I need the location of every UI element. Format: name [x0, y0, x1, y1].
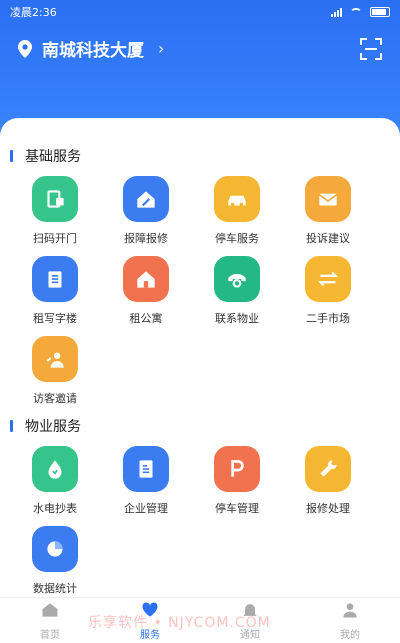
- service-item[interactable]: 停车管理: [192, 446, 282, 516]
- location-selector[interactable]: 南城科技大厦 ›: [18, 36, 164, 61]
- service-item-label: 访客邀请: [33, 392, 77, 405]
- service-item-label: 投诉建议: [306, 232, 350, 245]
- service-item[interactable]: 扫码开门: [10, 176, 100, 246]
- tab-3[interactable]: 我的: [300, 598, 400, 643]
- tab-label: 首页: [40, 630, 60, 641]
- service-item[interactable]: 水电抄表: [10, 446, 100, 516]
- status-bar: 凌晨2:36: [0, 0, 400, 24]
- service-item[interactable]: 租写字楼: [10, 256, 100, 326]
- status-time: 凌晨2:36: [10, 6, 57, 19]
- service-item[interactable]: 报障报修: [101, 176, 191, 246]
- pie-chart-icon: [32, 526, 78, 572]
- home-icon: [123, 256, 169, 302]
- service-item-label: 联系物业: [215, 312, 259, 325]
- section-title-text: 物业服务: [25, 419, 81, 435]
- user-tab-icon: [340, 600, 360, 623]
- location-name: 南城科技大厦: [42, 41, 144, 61]
- mail-icon: [305, 176, 351, 222]
- service-item-label: 停车服务: [215, 232, 259, 245]
- water-drop-icon: [32, 446, 78, 492]
- service-item-label: 扫码开门: [33, 232, 77, 245]
- location-pin-icon: [18, 39, 32, 58]
- service-item[interactable]: 报修处理: [283, 446, 373, 516]
- section-title-text: 基础服务: [25, 149, 81, 165]
- phone-icon: [214, 256, 260, 302]
- battery-icon: [370, 7, 390, 17]
- section-title-basic: 基础服务: [10, 146, 81, 166]
- tab-0[interactable]: 首页: [0, 598, 100, 643]
- service-item[interactable]: 数据统计: [10, 526, 100, 596]
- service-item[interactable]: 投诉建议: [283, 176, 373, 246]
- section-accent-bar: [10, 420, 13, 432]
- car-icon: [214, 176, 260, 222]
- wifi-icon: [350, 7, 362, 17]
- service-item-label: 报障报修: [124, 232, 168, 245]
- service-item-label: 企业管理: [124, 502, 168, 515]
- service-item-label: 租公寓: [129, 312, 163, 325]
- services-panel: 基础服务 扫码开门 报障报修 停车服务 投诉建议租写字楼 租公寓 联系物业 二手市场访客邀请…: [0, 118, 400, 598]
- visitor-icon: [32, 336, 78, 382]
- service-item[interactable]: 租公寓: [101, 256, 191, 326]
- service-item[interactable]: 企业管理: [101, 446, 191, 516]
- chevron-right-icon: ›: [158, 39, 165, 58]
- section-accent-bar: [10, 150, 13, 162]
- watermark: 乐享软件 • NJYCOM.COM: [88, 615, 271, 631]
- service-item[interactable]: 联系物业: [192, 256, 282, 326]
- service-item-label: 数据统计: [33, 582, 77, 595]
- home-tab-icon: [40, 600, 60, 623]
- status-icons: [331, 7, 390, 17]
- service-item-label: 二手市场: [306, 312, 350, 325]
- section-title-property: 物业服务: [10, 416, 81, 436]
- wrench-icon: [305, 446, 351, 492]
- signal-icon: [331, 7, 342, 17]
- building-icon: [32, 256, 78, 302]
- parking-icon: [214, 446, 260, 492]
- house-repair-icon: [123, 176, 169, 222]
- scan-icon[interactable]: [360, 38, 382, 60]
- exchange-icon: [305, 256, 351, 302]
- service-item-label: 租写字楼: [33, 312, 77, 325]
- service-item-label: 水电抄表: [33, 502, 77, 515]
- service-item-label: 报修处理: [306, 502, 350, 515]
- service-item[interactable]: 访客邀请: [10, 336, 100, 406]
- document-icon: [123, 446, 169, 492]
- service-item[interactable]: 停车服务: [192, 176, 282, 246]
- service-item-label: 停车管理: [215, 502, 259, 515]
- door-scan-icon: [32, 176, 78, 222]
- service-item[interactable]: 二手市场: [283, 256, 373, 326]
- tab-label: 我的: [340, 630, 360, 641]
